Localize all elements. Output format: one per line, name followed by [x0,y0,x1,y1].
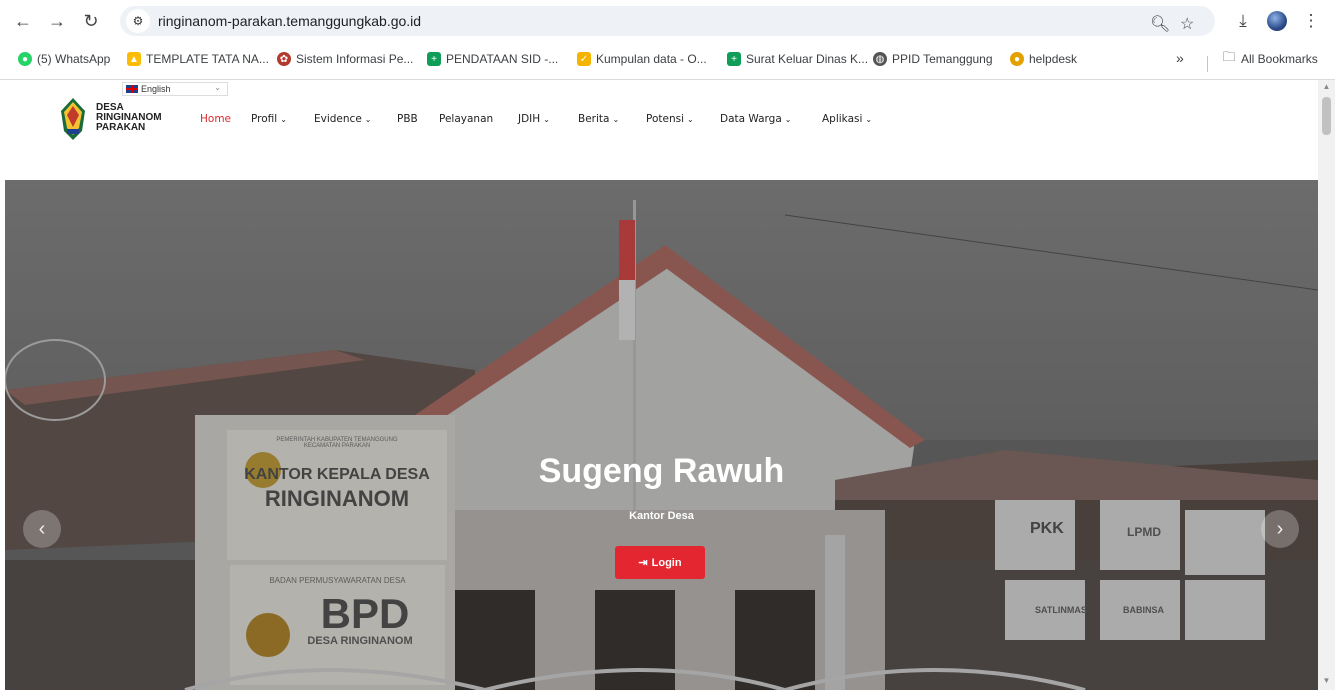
bookmark-item[interactable]: ✿ Sistem Informasi Pe... [277,52,413,66]
divider [1207,56,1208,72]
chevron-right-icon: › [1276,517,1284,540]
chevron-left-icon: ‹ [38,517,46,540]
page-scrollbar[interactable]: ▲ ▼ [1318,80,1335,690]
scroll-up-icon[interactable]: ▲ [1318,82,1335,96]
nav-pbb[interactable]: PBB [397,113,418,125]
scrollbar-thumb[interactable] [1322,97,1331,135]
sheets-icon: + [727,52,741,66]
chevron-down-icon: ⌄ [280,115,287,124]
hero-title: Sugeng Rawuh [538,452,785,490]
pin-icon: ● [1010,52,1024,66]
url-text[interactable]: ringinanom-parakan.temanggungkab.go.id [158,13,421,29]
bookmark-item[interactable]: ▲ TEMPLATE TATA NA... [127,52,269,66]
forward-icon[interactable]: → [44,8,70,34]
sheets-icon: ✓ [577,52,591,66]
nav-profil[interactable]: Profil ⌄ [251,113,287,125]
address-bar[interactable]: ⚙ ringinanom-parakan.temanggungkab.go.id… [120,6,1215,36]
chevron-down-icon: ⌄ [687,115,694,124]
login-icon: ⇥ [638,557,648,569]
hero-overlay [5,180,1318,690]
uk-flag-icon [126,85,138,93]
hero-subtitle: Kantor Desa [629,510,694,522]
bookmark-item[interactable]: ● (5) WhatsApp [18,52,110,66]
chevron-down-icon: ⌄ [543,115,550,124]
bookmarks-overflow-button[interactable]: » [1176,50,1184,66]
bookmark-item[interactable]: ◍ PPID Temanggung [873,52,993,66]
folder-icon: 🗀 [1222,49,1236,64]
language-select[interactable]: English ⌄ [122,82,228,96]
nav-jdih[interactable]: JDIH ⌄ [518,113,550,125]
bookmarks-bar: ● (5) WhatsApp ▲ TEMPLATE TATA NA... ✿ S… [0,47,1335,75]
nav-potensi[interactable]: Potensi ⌄ [646,113,694,125]
chevron-down-icon: ⌄ [364,115,372,124]
slider-next-button[interactable]: › [1261,510,1299,548]
nav-pelayanan[interactable]: Pelayanan [439,113,493,125]
whatsapp-icon: ● [18,52,32,66]
nav-home[interactable]: Home [200,113,231,125]
site-brand[interactable]: DESA RINGINANOM PARAKAN [96,103,162,133]
chevron-down-icon: ⌄ [612,115,620,124]
chevron-down-icon: ⌄ [865,115,873,124]
globe-icon: ◍ [873,52,887,66]
bookmark-item[interactable]: ● helpdesk [1010,52,1077,66]
bookmark-star-icon[interactable]: ☆ [1180,14,1194,34]
sheets-icon: + [427,52,441,66]
all-bookmarks-button[interactable]: 🗀 All Bookmarks [1222,49,1317,66]
profile-avatar[interactable] [1264,8,1290,34]
institution-icon: ✿ [277,52,291,66]
slider-prev-button[interactable]: ‹ [23,510,61,548]
reload-icon[interactable]: ↻ [78,8,104,34]
bookmark-item[interactable]: + Surat Keluar Dinas K... [727,52,868,66]
web-page: English ⌄ DESA RINGINANOM PARAKAN Home P… [0,80,1318,690]
chevron-down-icon: ⌄ [214,83,221,92]
chevron-down-icon: ⌄ [784,115,792,124]
nav-aplikasi[interactable]: Aplikasi ⌄ [822,113,872,125]
nav-berita[interactable]: Berita ⌄ [578,113,619,125]
nav-evidence[interactable]: Evidence ⌄ [314,113,371,125]
hero-slider: KANTOR KEPALA DESA RINGINANOM PEMERINTAH… [5,180,1318,690]
village-logo[interactable] [60,97,86,141]
bookmark-item[interactable]: + PENDATAAN SID -... [427,52,558,66]
scroll-down-icon[interactable]: ▼ [1318,676,1335,690]
site-settings-icon[interactable]: ⚙ [126,9,150,33]
google-drive-icon: ▲ [127,52,141,66]
back-icon[interactable]: ← [10,8,36,34]
bookmark-item[interactable]: ✓ Kumpulan data - O... [577,52,707,66]
nav-data-warga[interactable]: Data Warga ⌄ [720,113,792,125]
login-button[interactable]: ⇥ Login [615,546,705,579]
download-icon[interactable]: ⤓ [1230,8,1256,34]
menu-icon[interactable]: ⋮ [1298,8,1324,34]
browser-toolbar: ← → ↻ ⚙ ringinanom-parakan.temanggungkab… [0,0,1335,42]
zoom-icon[interactable]: 🔍︎ [1150,14,1170,34]
